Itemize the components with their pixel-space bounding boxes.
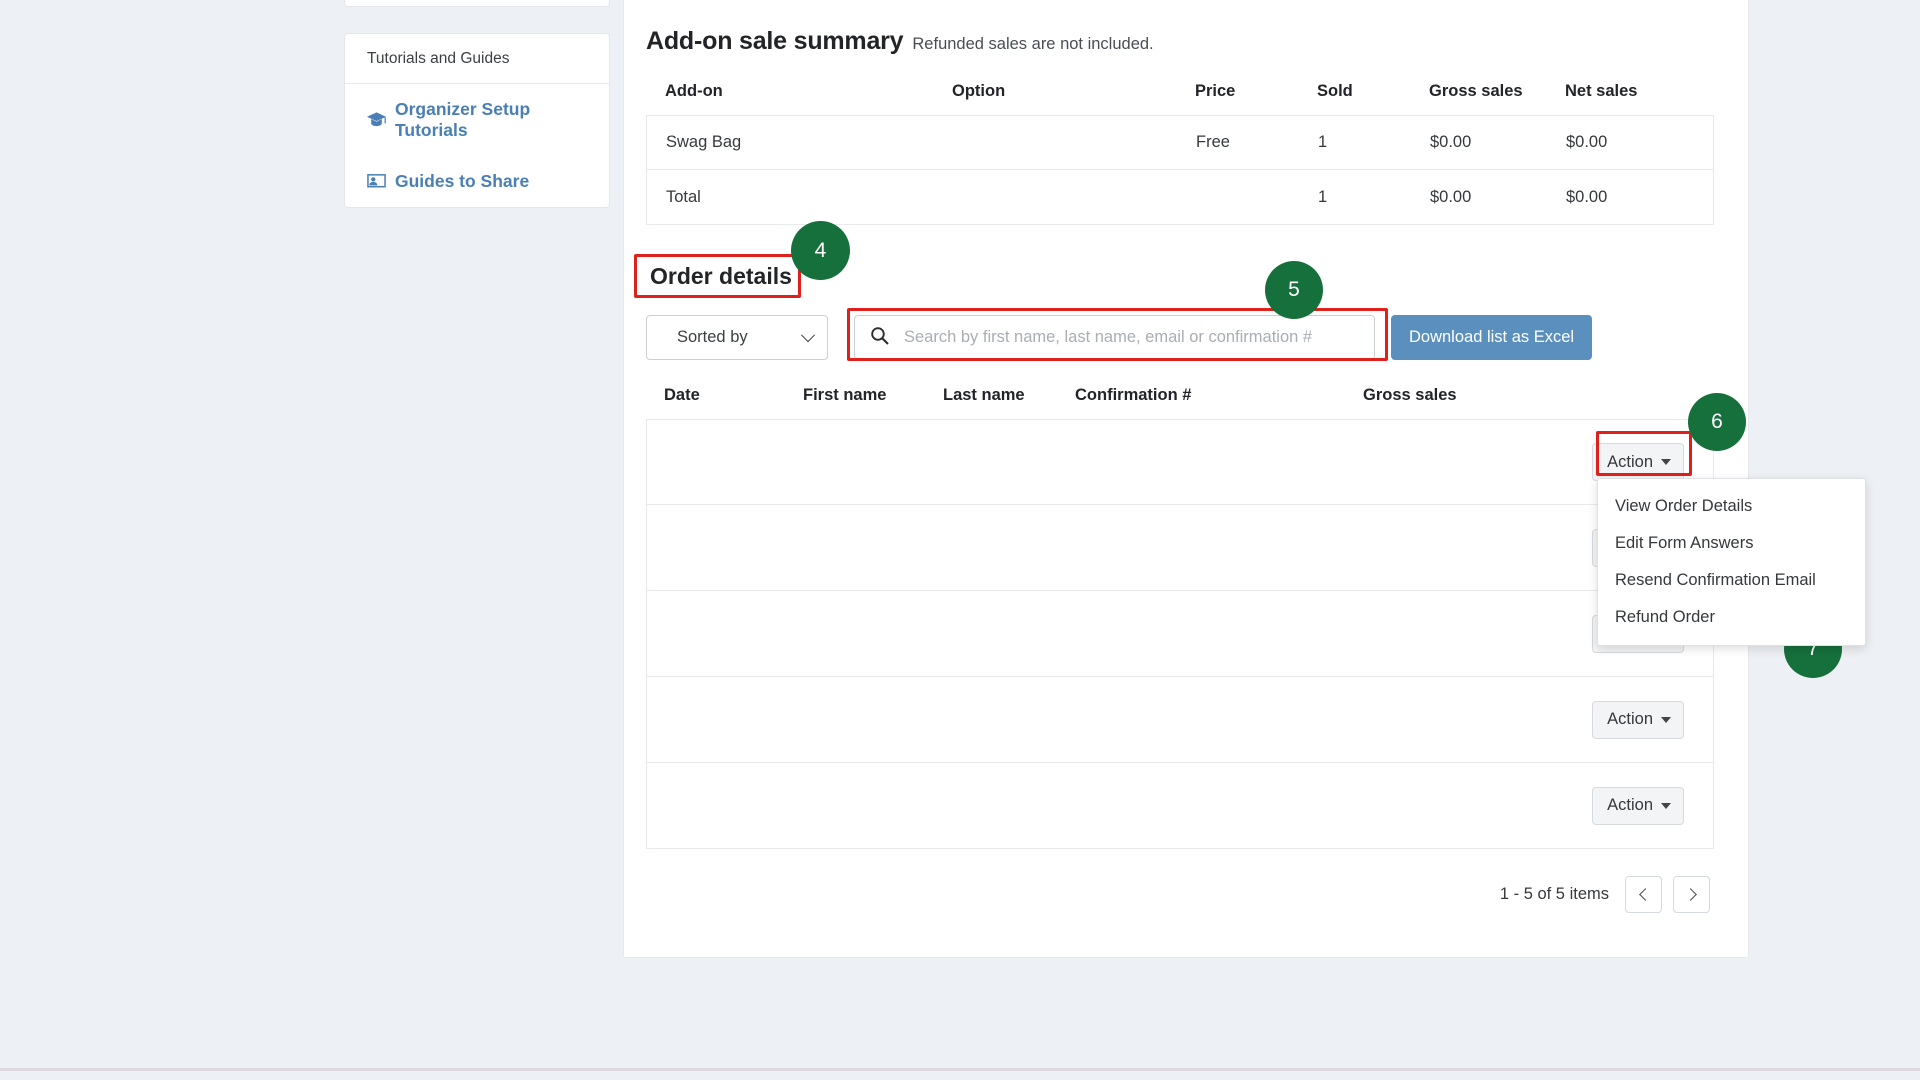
pagination: 1 - 5 of 5 items (646, 876, 1710, 913)
caret-down-icon (1661, 803, 1671, 809)
menu-item-resend-confirmation-email[interactable]: Resend Confirmation Email (1598, 562, 1865, 599)
column-header-option: Option (952, 82, 1195, 101)
cell-price: Free (1196, 133, 1318, 152)
column-header-action (1583, 386, 1714, 405)
column-header-addon: Add-on (646, 82, 952, 101)
cell-gross-sales: $0.00 (1430, 188, 1566, 207)
column-header-gross-sales: Gross sales (1363, 386, 1583, 405)
table-row: Action (646, 677, 1714, 763)
orders-table-header-row: Date First name Last name Confirmation #… (646, 386, 1714, 419)
column-header-first-name: First name (803, 386, 943, 405)
column-header-last-name: Last name (943, 386, 1075, 405)
chevron-right-icon (1684, 888, 1697, 901)
row-action-button[interactable]: Action (1592, 443, 1684, 481)
pagination-prev-button[interactable] (1625, 876, 1662, 913)
search-icon (870, 326, 889, 350)
order-details-table: Date First name Last name Confirmation #… (646, 386, 1714, 849)
sidebar-item-label: Organizer Setup Tutorials (395, 99, 587, 141)
row-action-button[interactable]: Action (1592, 701, 1684, 739)
graduation-cap-icon (367, 112, 386, 128)
column-header-date: Date (646, 386, 803, 405)
cell-addon: Total (647, 188, 953, 207)
sidebar-item-export-to-crm[interactable]: Export to CRM (Zapier) (345, 0, 609, 6)
page-root: Export to CRM (Zapier) Tutorials and Gui… (0, 0, 1920, 1080)
table-row: Swag Bag Free 1 $0.00 $0.00 (646, 115, 1714, 170)
table-row: Action (646, 763, 1714, 849)
table-row: Action (646, 505, 1714, 591)
sorted-by-select[interactable]: Sorted by (646, 315, 828, 360)
addon-summary-header: Add-on sale summary Refunded sales are n… (646, 0, 1748, 56)
action-dropdown-menu: View Order Details Edit Form Answers Res… (1597, 478, 1866, 646)
order-details-toolbar: Sorted by Download list as Excel (646, 315, 1726, 360)
sidebar-item-guides-to-share[interactable]: Guides to Share (345, 156, 609, 207)
column-header-price: Price (1195, 82, 1317, 101)
sidebar-card-export: Export to CRM (Zapier) (344, 0, 610, 7)
menu-item-edit-form-answers[interactable]: Edit Form Answers (1598, 525, 1865, 562)
search-input[interactable] (902, 327, 1342, 348)
pagination-summary: 1 - 5 of 5 items (1500, 885, 1609, 904)
table-row: Action (646, 419, 1714, 505)
main-content-card: Add-on sale summary Refunded sales are n… (623, 0, 1749, 958)
cell-net-sales: $0.00 (1566, 188, 1706, 207)
bottom-divider (0, 1068, 1920, 1071)
caret-down-icon (1661, 717, 1671, 723)
pagination-next-button[interactable] (1673, 876, 1710, 913)
sidebar: Export to CRM (Zapier) Tutorials and Gui… (344, 0, 610, 234)
column-header-sold: Sold (1317, 82, 1429, 101)
sidebar-item-label: Guides to Share (395, 171, 529, 192)
search-box[interactable] (854, 315, 1375, 360)
cell-gross-sales: $0.00 (1430, 133, 1566, 152)
search-field-wrapper (854, 315, 1375, 360)
download-list-as-excel-button[interactable]: Download list as Excel (1391, 315, 1592, 360)
cell-net-sales: $0.00 (1566, 133, 1706, 152)
column-header-gross-sales: Gross sales (1429, 82, 1565, 101)
cell-sold: 1 (1318, 133, 1430, 152)
chevron-down-icon (801, 328, 815, 342)
sorted-by-label: Sorted by (677, 328, 748, 347)
chevron-left-icon (1639, 888, 1652, 901)
page-title: Add-on sale summary (646, 27, 903, 56)
cell-addon: Swag Bag (647, 133, 953, 152)
action-button-label: Action (1607, 796, 1653, 815)
row-action-button[interactable]: Action (1592, 787, 1684, 825)
sidebar-card-tutorials: Tutorials and Guides Organizer Setup Tut… (344, 33, 610, 208)
order-details-title: Order details (646, 261, 798, 293)
menu-item-view-order-details[interactable]: View Order Details (1598, 488, 1865, 525)
addon-table-header-row: Add-on Option Price Sold Gross sales Net… (646, 82, 1714, 115)
presentation-person-icon (367, 173, 386, 189)
sidebar-item-organizer-setup-tutorials[interactable]: Organizer Setup Tutorials (345, 84, 609, 156)
menu-item-refund-order[interactable]: Refund Order (1598, 599, 1865, 636)
table-row: Action (646, 591, 1714, 677)
addon-summary-table: Add-on Option Price Sold Gross sales Net… (646, 82, 1714, 225)
cell-sold: 1 (1318, 188, 1430, 207)
action-button-label: Action (1607, 453, 1653, 472)
caret-down-icon (1661, 459, 1671, 465)
table-row: Total 1 $0.00 $0.00 (646, 170, 1714, 225)
column-header-confirmation: Confirmation # (1075, 386, 1363, 405)
column-header-net-sales: Net sales (1565, 82, 1705, 101)
sidebar-section-header-tutorials: Tutorials and Guides (345, 34, 609, 84)
addon-summary-subtitle: Refunded sales are not included. (912, 35, 1153, 54)
order-details-header: Order details (646, 261, 1726, 293)
action-button-label: Action (1607, 710, 1653, 729)
